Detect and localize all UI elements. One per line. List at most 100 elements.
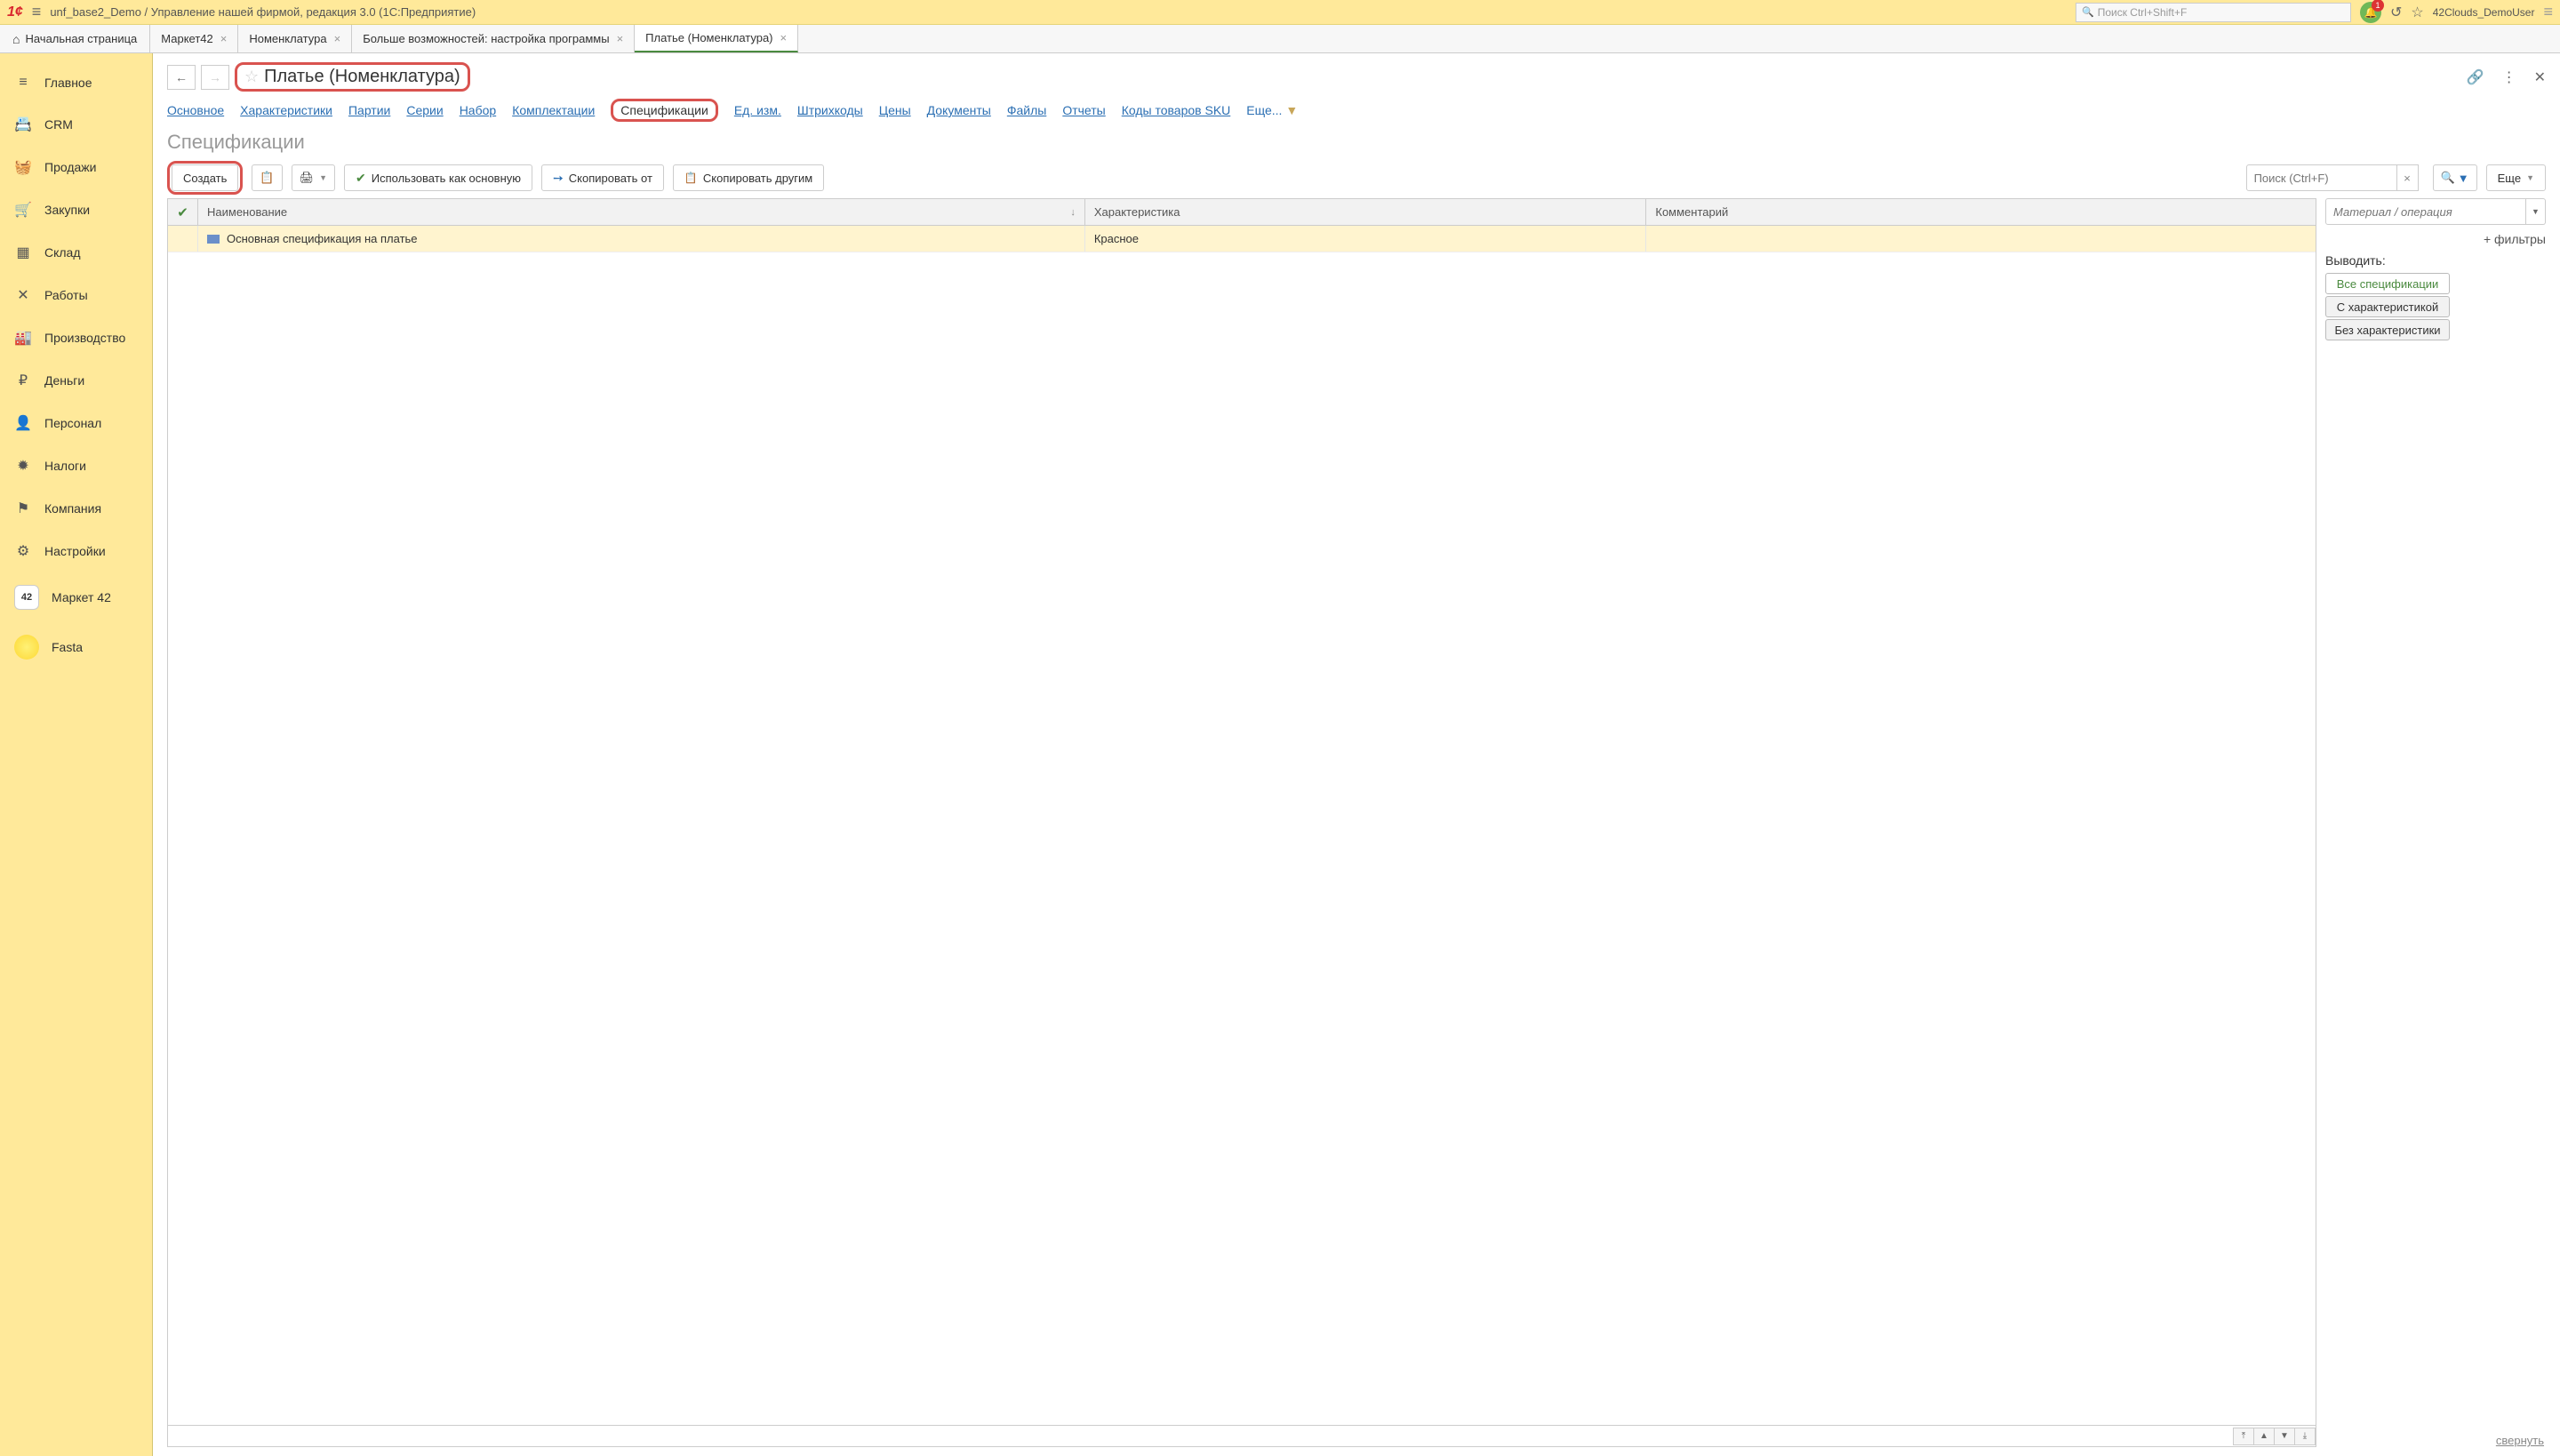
collapse-link[interactable]: свернуть	[2496, 1434, 2544, 1447]
sidebar-item-taxes[interactable]: ✹Налоги	[0, 444, 152, 487]
sort-icon: ↓	[1070, 207, 1076, 218]
nav-back-button[interactable]: ←	[167, 65, 196, 90]
filter-without-char-button[interactable]: Без характеристики	[2325, 319, 2450, 340]
material-input[interactable]	[2325, 198, 2526, 225]
sidebar-item-works[interactable]: ✕Работы	[0, 274, 152, 316]
nav-forward-button[interactable]: →	[201, 65, 229, 90]
tab-market42[interactable]: Маркет42 ×	[150, 25, 238, 52]
subnav-more[interactable]: Еще... ▼	[1246, 103, 1298, 117]
crm-icon: 📇	[14, 116, 32, 133]
sidebar-item-warehouse[interactable]: ▦Склад	[0, 231, 152, 274]
check-icon: ✔	[177, 204, 188, 220]
section-title: Спецификации	[167, 131, 2546, 154]
close-icon[interactable]: ×	[220, 32, 228, 45]
window-menu-icon[interactable]: ≡	[2543, 3, 2553, 21]
close-icon[interactable]: ✕	[2534, 68, 2546, 86]
scroll-bottom-button[interactable]: ⤓	[2294, 1428, 2316, 1445]
copy-to-button[interactable]: 📋Скопировать другим	[673, 164, 824, 191]
notifications-icon[interactable]: 🔔1	[2360, 2, 2381, 23]
sidebar-item-fasta[interactable]: Fasta	[0, 622, 152, 672]
link-icon[interactable]: 🔗	[2467, 68, 2484, 86]
copy-button[interactable]: 📋	[252, 164, 282, 191]
col-check[interactable]: ✔	[168, 199, 198, 225]
sidebar-item-settings[interactable]: ⚙Настройки	[0, 530, 152, 572]
kebab-icon[interactable]: ⋮	[2502, 68, 2516, 86]
sidebar-item-purchases[interactable]: 🛒Закупки	[0, 188, 152, 231]
subnav-set[interactable]: Набор	[460, 103, 497, 117]
flag-icon: ⚑	[14, 500, 32, 517]
subnav-batches[interactable]: Партии	[348, 103, 390, 117]
subnav-units[interactable]: Ед. изм.	[734, 103, 781, 117]
menu-icon: ≡	[14, 75, 32, 91]
subnav-prices[interactable]: Цены	[879, 103, 911, 117]
subnav-main[interactable]: Основное	[167, 103, 224, 117]
topbar: 1¢ ≡ unf_base2_Demo / Управление нашей ф…	[0, 0, 2560, 25]
favorite-icon[interactable]: ☆	[2411, 4, 2423, 21]
create-button[interactable]: Создать	[172, 164, 238, 191]
sidebar-item-crm[interactable]: 📇CRM	[0, 103, 152, 146]
close-icon[interactable]: ×	[780, 31, 788, 44]
material-dropdown-button[interactable]: ▼	[2526, 198, 2546, 225]
subnav-specifications[interactable]: Спецификации	[620, 103, 708, 117]
warehouse-icon: ▦	[14, 244, 32, 261]
page-title: Платье (Номенклатура)	[264, 67, 460, 87]
scroll-up-button[interactable]: ▲	[2253, 1428, 2275, 1445]
search-clear-button[interactable]: ×	[2397, 164, 2419, 191]
sidebar-item-main[interactable]: ≡Главное	[0, 62, 152, 103]
subnav-characteristics[interactable]: Характеристики	[240, 103, 332, 117]
sidebar-item-market42[interactable]: 42Маркет 42	[0, 572, 152, 622]
cart-icon: 🛒	[14, 201, 32, 219]
subnav-documents[interactable]: Документы	[927, 103, 991, 117]
gear-icon: ⚙	[14, 542, 32, 560]
sidebar-item-company[interactable]: ⚑Компания	[0, 487, 152, 530]
tools-icon: ✕	[14, 286, 32, 304]
subnav-barcodes[interactable]: Штрихкоды	[797, 103, 863, 117]
page-title-highlight: ☆ Платье (Номенклатура)	[235, 62, 470, 92]
sidebar-item-sales[interactable]: 🧺Продажи	[0, 146, 152, 188]
filters-link[interactable]: + фильтры	[2325, 232, 2546, 246]
filter-all-button[interactable]: Все спецификации	[2325, 273, 2450, 294]
table-row[interactable]: Основная спецификация на платье Красное	[168, 226, 2316, 252]
table-search-input[interactable]	[2246, 164, 2397, 191]
tab-dress[interactable]: Платье (Номенклатура) ×	[635, 25, 798, 52]
sidebar-item-personnel[interactable]: 👤Персонал	[0, 402, 152, 444]
scroll-down-button[interactable]: ▼	[2274, 1428, 2295, 1445]
subnav-kits[interactable]: Комплектации	[512, 103, 595, 117]
subnav-reports[interactable]: Отчеты	[1062, 103, 1105, 117]
people-icon: 👤	[14, 414, 32, 432]
filter-with-char-button[interactable]: С характеристикой	[2325, 296, 2450, 317]
username: 42Clouds_DemoUser	[2433, 6, 2535, 19]
history-icon[interactable]: ↺	[2390, 4, 2402, 21]
print-button[interactable]: 🖨▼	[292, 164, 335, 191]
global-search-input[interactable]: Поиск Ctrl+Shift+F	[2076, 3, 2351, 22]
tab-home[interactable]: ⌂ Начальная страница	[0, 25, 150, 52]
table-search: ×	[2246, 164, 2419, 191]
tab-more-options[interactable]: Больше возможностей: настройка программы…	[352, 25, 635, 52]
subnav-sku[interactable]: Коды товаров SKU	[1122, 103, 1231, 117]
subnav: Основное Характеристики Партии Серии Наб…	[167, 99, 2546, 122]
create-highlight: Создать	[167, 161, 243, 195]
more-button[interactable]: Еще▼	[2486, 164, 2546, 191]
hamburger-icon[interactable]: ≡	[32, 3, 42, 21]
col-name[interactable]: Наименование↓	[198, 199, 1085, 225]
col-characteristic[interactable]: Характеристика	[1085, 199, 1647, 225]
sidebar-item-production[interactable]: 🏭Производство	[0, 316, 152, 359]
table-header: ✔ Наименование↓ Характеристика Комментар…	[168, 199, 2316, 226]
subnav-files[interactable]: Файлы	[1007, 103, 1046, 117]
col-comment[interactable]: Комментарий	[1646, 199, 2316, 225]
star-icon[interactable]: ☆	[244, 68, 259, 86]
close-icon[interactable]: ×	[617, 32, 624, 45]
close-icon[interactable]: ×	[334, 32, 341, 45]
subnav-series[interactable]: Серии	[406, 103, 443, 117]
sidebar-item-money[interactable]: ₽Деньги	[0, 359, 152, 402]
toolbar: Создать 📋 🖨▼ ✔Использовать как основную …	[167, 161, 2546, 195]
copy-from-button[interactable]: ➙Скопировать от	[541, 164, 664, 191]
sidebar: ≡Главное 📇CRM 🧺Продажи 🛒Закупки ▦Склад ✕…	[0, 53, 153, 1456]
notif-badge: 1	[2372, 0, 2384, 12]
use-as-main-button[interactable]: ✔Использовать как основную	[344, 164, 532, 191]
scroll-top-button[interactable]: ⤒	[2233, 1428, 2254, 1445]
tabs-bar: ⌂ Начальная страница Маркет42 × Номенкла…	[0, 25, 2560, 53]
search-go-button[interactable]: 🔍▼	[2433, 164, 2477, 191]
row-icon	[207, 235, 220, 244]
tab-nomenclature[interactable]: Номенклатура ×	[238, 25, 352, 52]
